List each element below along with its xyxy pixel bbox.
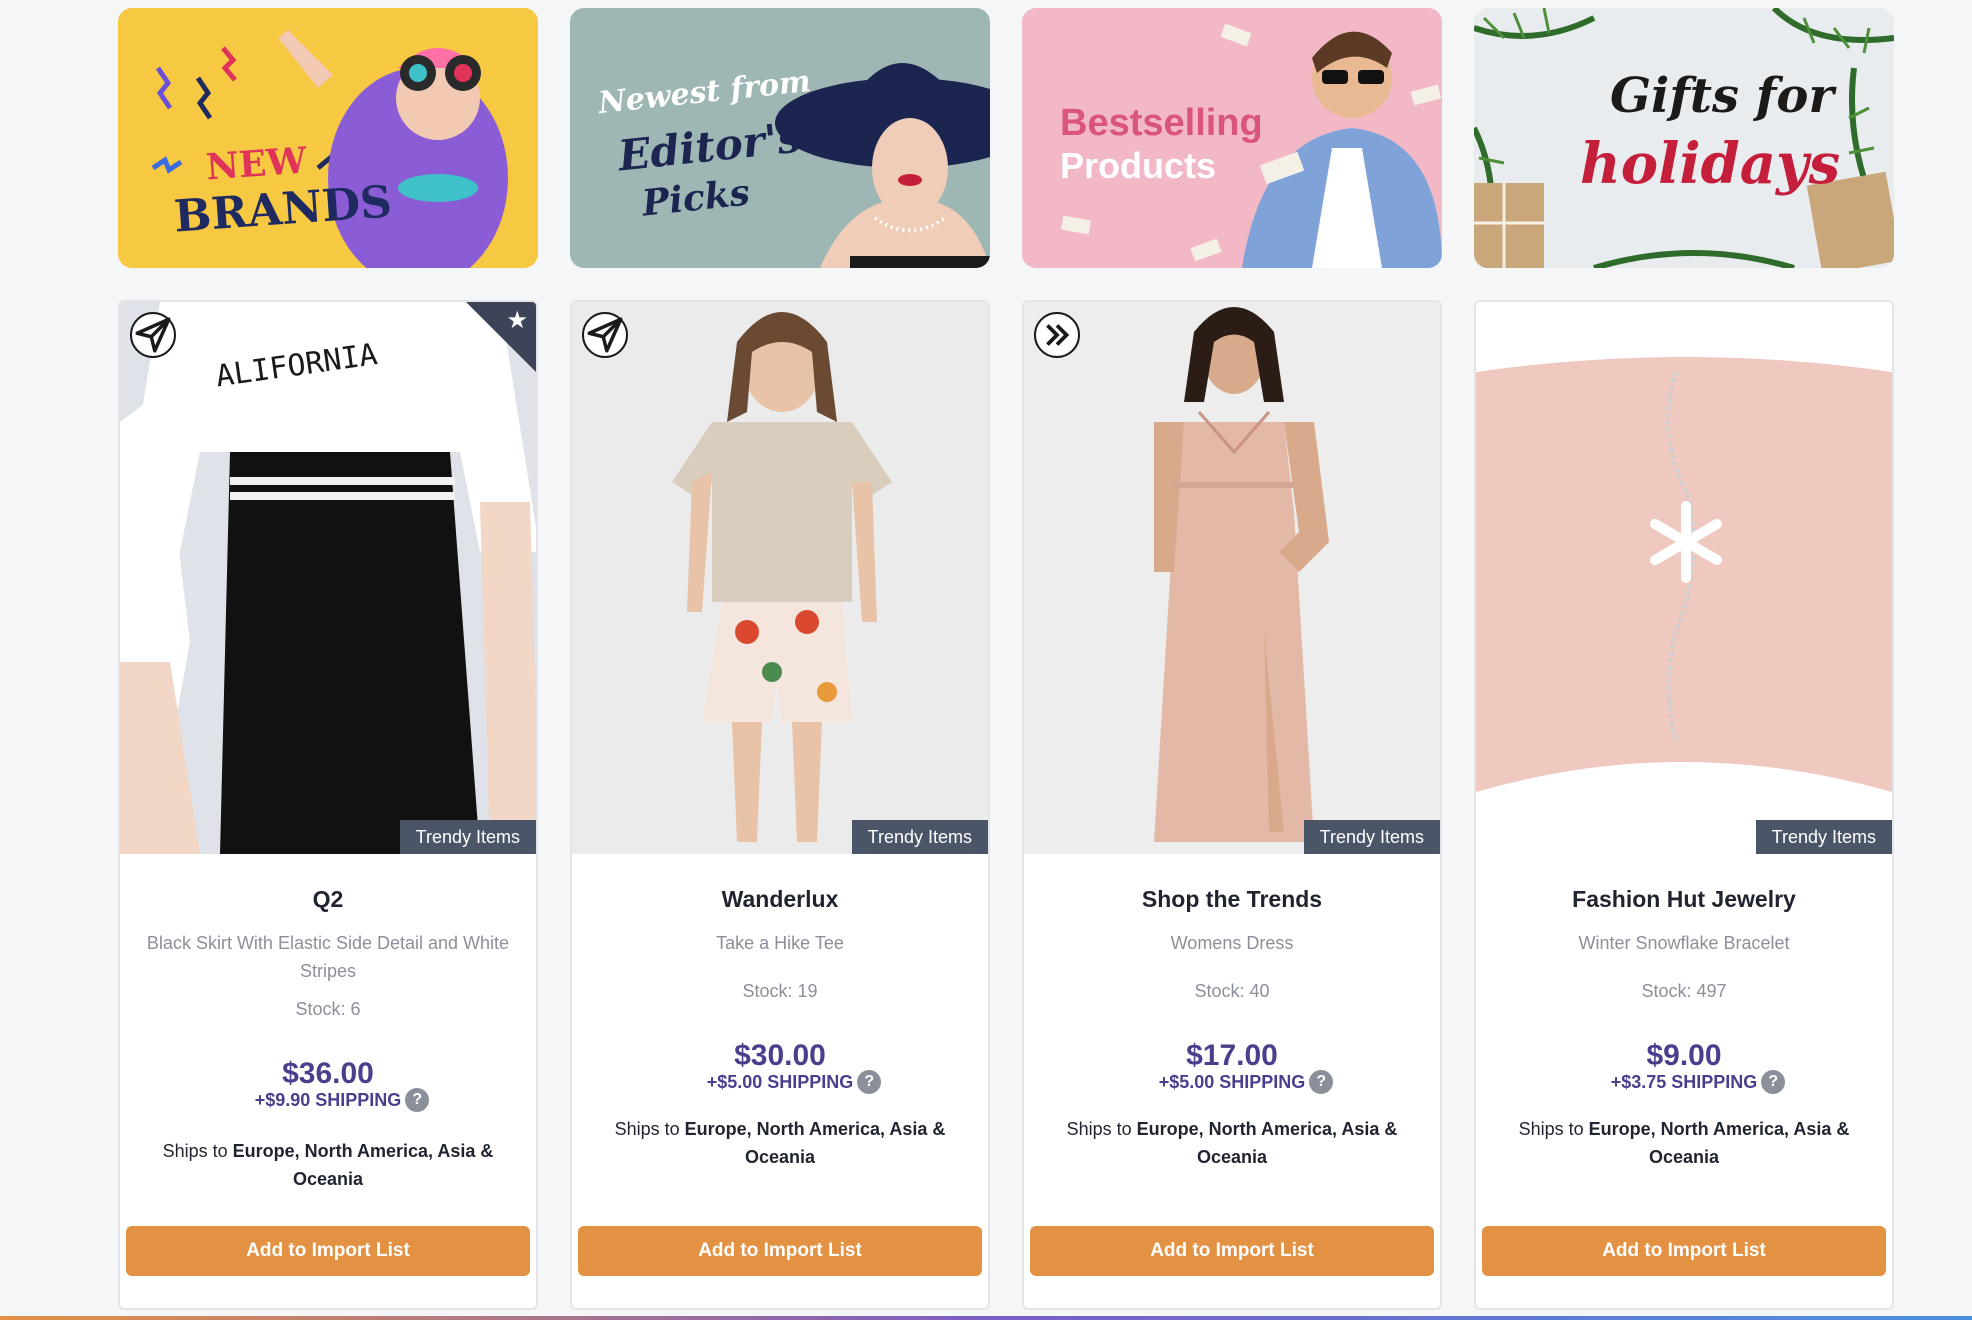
banner-holidays-text: holidays [1580, 131, 1841, 197]
fast-forward-icon[interactable] [1034, 312, 1080, 358]
help-icon[interactable]: ? [1761, 1070, 1786, 1094]
price-block: $17.00 +$5.00 SHIPPING ? [1158, 1039, 1334, 1094]
product-photo [1024, 302, 1440, 854]
product-name: Winter Snowflake Bracelet [1578, 933, 1790, 953]
brand-name[interactable]: Shop the Trends [1040, 886, 1424, 913]
banner-new-text: NEW [204, 139, 309, 189]
help-icon[interactable]: ? [857, 1070, 882, 1094]
product-card-wanderlux[interactable]: Trendy Items Wanderlux Take a Hike Tee S… [570, 300, 990, 1310]
ships-to-label: Ships to [614, 1119, 685, 1139]
ships-to-label: Ships to [162, 1141, 233, 1161]
shipping-cost: +$9.90 SHIPPING [254, 1090, 402, 1110]
stock-count: Stock: 19 [742, 981, 818, 1001]
ships-to-regions: Europe, North America, Asia & Oceania [684, 1119, 946, 1167]
add-to-import-list-button[interactable]: Add to Import List [578, 1226, 982, 1276]
banner-bestselling-text: Bestselling [1060, 102, 1263, 144]
add-to-import-list-button[interactable]: Add to Import List [126, 1226, 530, 1276]
product-grid: ALIFORNIA ★ Trendy Items Q2 Black Skirt … [118, 300, 1894, 1310]
stock-count: Stock: 6 [295, 999, 361, 1019]
star-icon: ★ [506, 307, 528, 334]
trendy-items-tag: Trendy Items [1303, 820, 1440, 854]
help-icon[interactable]: ? [405, 1088, 430, 1112]
ships-to-label: Ships to [1518, 1119, 1589, 1139]
ships-to-regions: Europe, North America, Asia & Oceania [1588, 1119, 1850, 1167]
banner-gifts-for-text: Gifts for [1610, 68, 1834, 124]
banner-picks-text: Picks [640, 171, 752, 225]
banner-products-text: Products [1060, 145, 1217, 186]
trendy-items-tag: Trendy Items [1755, 820, 1892, 854]
product-image[interactable]: ALIFORNIA ★ Trendy Items [120, 302, 536, 854]
product-card-fashion-hut-jewelry[interactable]: Trendy Items Fashion Hut Jewelry Winter … [1474, 300, 1894, 1310]
product-card-shop-the-trends[interactable]: Trendy Items Shop the Trends Womens Dres… [1022, 300, 1442, 1310]
banner-gifts-holidays[interactable]: Gifts for holidays [1474, 8, 1894, 268]
price-block: $9.00 +$3.75 SHIPPING ? [1610, 1039, 1786, 1094]
add-to-import-list-button[interactable]: Add to Import List [1030, 1226, 1434, 1276]
promo-banners: NEW BRANDS Newest from Editor's Picks Be… [118, 8, 1894, 268]
ships-to-label: Ships to [1066, 1119, 1137, 1139]
stock-count: Stock: 497 [1641, 981, 1727, 1001]
trendy-items-tag: Trendy Items [399, 820, 536, 854]
ships-to: Ships to Europe, North America, Asia & O… [1040, 1115, 1424, 1171]
product-image[interactable]: Trendy Items [1476, 302, 1892, 854]
ships-to: Ships to Europe, North America, Asia & O… [1492, 1115, 1876, 1171]
product-name: Black Skirt With Elastic Side Detail and… [146, 933, 510, 981]
ships-to: Ships to Europe, North America, Asia & O… [588, 1115, 972, 1171]
price: $17.00 [1186, 1039, 1278, 1072]
product-card-q2[interactable]: ALIFORNIA ★ Trendy Items Q2 Black Skirt … [118, 300, 538, 1310]
product-image[interactable]: Trendy Items [1024, 302, 1440, 854]
banner-editors-picks[interactable]: Newest from Editor's Picks [570, 8, 990, 268]
price: $36.00 [282, 1057, 374, 1090]
product-name: Take a Hike Tee [716, 933, 844, 953]
brand-name[interactable]: Fashion Hut Jewelry [1492, 886, 1876, 913]
product-image[interactable]: Trendy Items [572, 302, 988, 854]
product-name: Womens Dress [1170, 933, 1294, 953]
price: $9.00 [1646, 1039, 1722, 1072]
stock-count: Stock: 40 [1194, 981, 1270, 1001]
price-block: $30.00 +$5.00 SHIPPING ? [706, 1039, 882, 1094]
help-icon[interactable]: ? [1309, 1070, 1334, 1094]
product-photo [572, 302, 988, 854]
send-icon[interactable] [582, 312, 628, 358]
ships-to-regions: Europe, North America, Asia & Oceania [232, 1141, 494, 1189]
brand-name[interactable]: Q2 [136, 886, 520, 913]
product-photo: ALIFORNIA [120, 302, 536, 854]
product-photo [1476, 302, 1892, 854]
send-icon[interactable] [130, 312, 176, 358]
trendy-items-tag: Trendy Items [851, 820, 988, 854]
ships-to: Ships to Europe, North America, Asia & O… [136, 1137, 520, 1193]
add-to-import-list-button[interactable]: Add to Import List [1482, 1226, 1886, 1276]
shipping-cost: +$3.75 SHIPPING [1610, 1072, 1758, 1092]
shipping-cost: +$5.00 SHIPPING [706, 1072, 854, 1092]
banner-new-brands[interactable]: NEW BRANDS [118, 8, 538, 268]
banner-bestselling[interactable]: Bestselling Products [1022, 8, 1442, 268]
brand-name[interactable]: Wanderlux [588, 886, 972, 913]
price-block: $36.00 +$9.90 SHIPPING ? [254, 1057, 430, 1112]
ships-to-regions: Europe, North America, Asia & Oceania [1136, 1119, 1398, 1167]
bottom-accent-bar [0, 1316, 1972, 1320]
shipping-cost: +$5.00 SHIPPING [1158, 1072, 1306, 1092]
price: $30.00 [734, 1039, 826, 1072]
